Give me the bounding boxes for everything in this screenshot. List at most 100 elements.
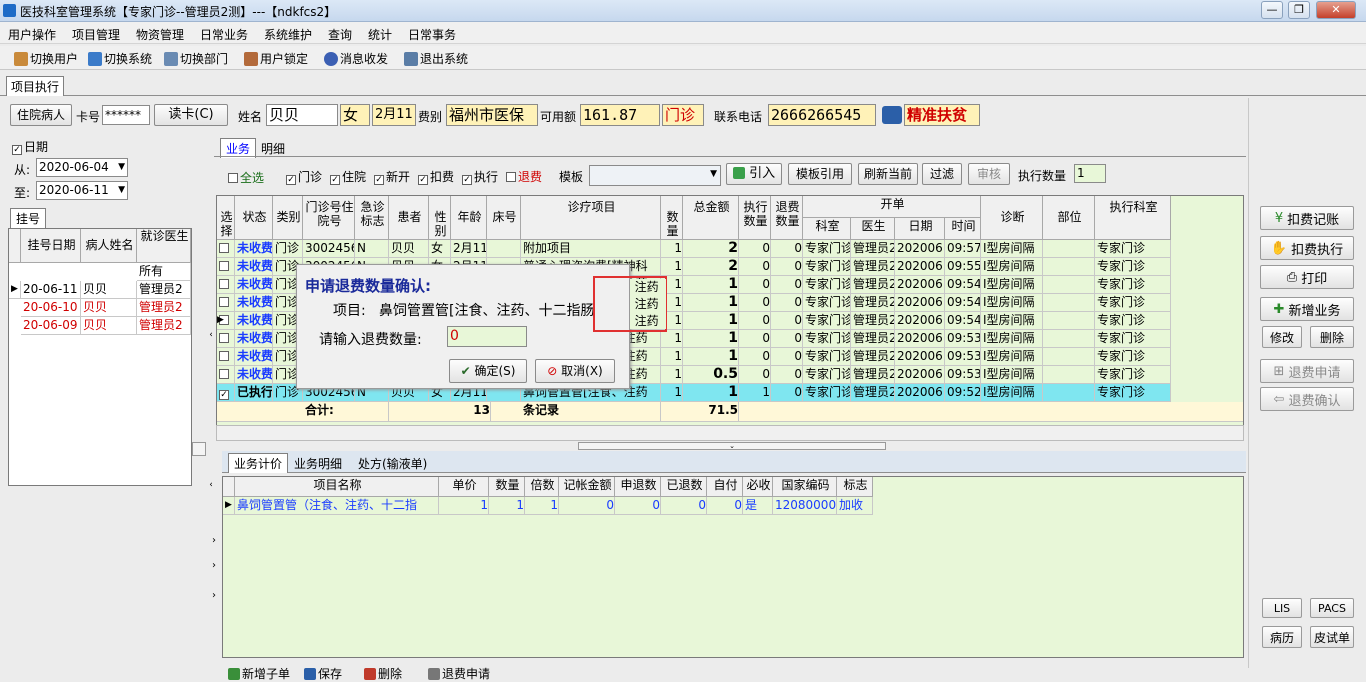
reg-row-doctor[interactable]: 管理员2 [137,317,191,335]
cell-dept[interactable]: 专家门诊 [803,312,851,330]
delete-right-button[interactable]: 删除 [1310,326,1354,348]
cell-doc[interactable]: 管理员2 [851,366,895,384]
filter-button[interactable]: 过滤 [922,163,962,185]
tab-detail[interactable]: 明细 [261,140,285,157]
cell-diag[interactable]: I型房间隔 [981,384,1043,402]
close-button[interactable]: ✕ [1316,1,1356,19]
sub-cell[interactable]: 0 [661,497,707,515]
cell-doc[interactable]: 管理员2 [851,384,895,402]
reg-row-date[interactable]: 20-06-11 [21,281,81,299]
tab-prescription[interactable]: 处方(输液单) [358,455,427,472]
sub-cell[interactable]: 鼻饲管置管（注食、注药、十二指 [235,497,439,515]
tab-pricing[interactable]: 业务计价 [228,453,289,473]
patient-type-button[interactable]: 住院病人 [10,104,72,126]
phone-icon[interactable] [882,106,902,124]
cell-diag[interactable]: I型房间隔 [981,312,1043,330]
reg-row-name[interactable]: 贝贝 [81,299,137,317]
switch-user-button[interactable]: 切换用户 [14,50,78,67]
reg-row-date[interactable]: 20-06-09 [21,317,81,335]
cell-status[interactable]: 未收费 [235,258,273,276]
scrollbar-thumb[interactable] [192,442,206,456]
cell-eq[interactable]: 0 [739,348,771,366]
cell-bed[interactable] [487,240,521,258]
charge-exec-button[interactable]: ✋ 扣费执行 [1260,236,1354,260]
date-filter-checkbox[interactable]: ✓ 日期 [12,138,48,155]
menu-daily-affairs[interactable]: 日常事务 [408,26,456,43]
cell-diag[interactable]: I型房间隔 [981,366,1043,384]
cell-time[interactable]: 09:53 [945,348,981,366]
edit-button[interactable]: 修改 [1262,326,1302,348]
cell-total[interactable]: 2 [683,258,739,276]
cell-status[interactable]: 未收费 [235,294,273,312]
cell-time[interactable]: 09:53 [945,366,981,384]
cell-qty[interactable]: 1 [661,240,683,258]
cancel-button[interactable]: ⊘ 取消(X) [535,359,615,383]
cell-time[interactable]: 09:52 [945,384,981,402]
cell-sex[interactable]: 女 [429,240,451,258]
pacs-button[interactable]: PACS [1310,598,1354,618]
cell-age[interactable]: 2月11 [451,240,487,258]
cell-total[interactable]: 1 [683,384,739,402]
cell-total[interactable]: 1 [683,294,739,312]
collapse-left-icon[interactable]: ‹ [206,330,216,344]
cell-status[interactable]: 未收费 [235,366,273,384]
expand-icon[interactable]: › [212,560,222,572]
switch-dept-button[interactable]: 切换部门 [164,50,228,67]
cell-qty[interactable]: 1 [661,348,683,366]
cell-eq[interactable]: 0 [739,312,771,330]
minimize-button[interactable]: — [1261,1,1283,19]
row-select-checkbox[interactable] [217,276,235,294]
cell-dept[interactable]: 专家门诊 [803,348,851,366]
confirm-button[interactable]: ✔ 确定(S) [449,359,527,383]
restore-button[interactable]: ❐ [1288,1,1310,19]
cell-date[interactable]: 20200611 [895,294,945,312]
cell-qty[interactable]: 1 [661,384,683,402]
sub-cell[interactable]: 120800001 [773,497,837,515]
cell-part[interactable] [1043,348,1095,366]
cell-diag[interactable]: I型房间隔 [981,276,1043,294]
cell-edept[interactable]: 专家门诊 [1095,312,1171,330]
cell-diag[interactable]: I型房间隔 [981,348,1043,366]
cell-urg[interactable]: N [355,240,389,258]
collapse-left-icon[interactable]: ‹ [206,480,216,494]
cell-status[interactable]: 未收费 [235,330,273,348]
cell-eq[interactable]: 0 [739,276,771,294]
save-button[interactable]: 保存 [304,665,342,682]
cell-part[interactable] [1043,330,1095,348]
cell-date[interactable]: 20200611 [895,366,945,384]
cell-eq[interactable]: 0 [739,294,771,312]
cell-rq[interactable]: 0 [771,276,803,294]
sub-cell[interactable]: 是 [743,497,773,515]
tab-business-detail[interactable]: 业务明细 [294,455,342,472]
cell-edept[interactable]: 专家门诊 [1095,294,1171,312]
cell-dept[interactable]: 专家门诊 [803,294,851,312]
menu-user-ops[interactable]: 用户操作 [8,26,56,43]
cell-status[interactable]: 未收费 [235,276,273,294]
cell-time[interactable]: 09:54 [945,294,981,312]
cell-doc[interactable]: 管理员2 [851,276,895,294]
cell-doc[interactable]: 管理员2 [851,294,895,312]
cell-eq[interactable]: 0 [739,330,771,348]
row-select-checkbox[interactable] [217,258,235,276]
cell-status[interactable]: 已执行 [235,384,273,402]
cell-dept[interactable]: 专家门诊 [803,240,851,258]
row-select-checkbox[interactable] [217,348,235,366]
cell-date[interactable]: 20200611 [895,258,945,276]
menu-system-maint[interactable]: 系统维护 [264,26,312,43]
cell-total[interactable]: 2 [683,240,739,258]
cell-dept[interactable]: 专家门诊 [803,276,851,294]
cell-part[interactable] [1043,240,1095,258]
cell-eq[interactable]: 0 [739,366,771,384]
select-all-checkbox[interactable]: 全选 [228,169,264,186]
cell-diag[interactable]: I型房间隔 [981,294,1043,312]
cell-diag[interactable]: I型房间隔 [981,240,1043,258]
cell-part[interactable] [1043,366,1095,384]
template-ref-button[interactable]: 模板引用 [788,163,852,185]
tab-business[interactable]: 业务 [220,138,257,158]
menu-material-mgmt[interactable]: 物资管理 [136,26,184,43]
medical-record-button[interactable]: 病历 [1262,626,1302,648]
cell-status[interactable]: 未收费 [235,240,273,258]
tab-project-exec[interactable]: 项目执行 [6,76,65,96]
reg-row-date[interactable]: 20-06-10 [21,299,81,317]
reg-row-name[interactable]: 贝贝 [81,281,137,299]
